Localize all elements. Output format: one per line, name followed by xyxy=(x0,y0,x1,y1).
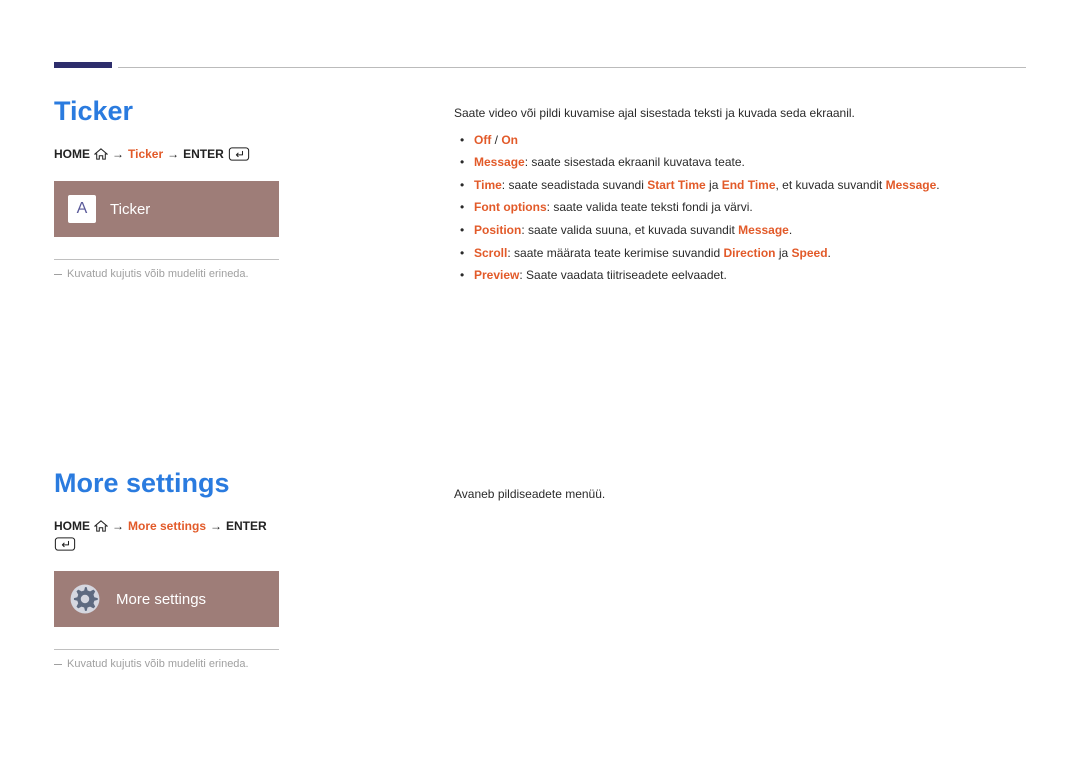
section-title-more: More settings xyxy=(54,468,279,499)
enter-icon xyxy=(54,537,76,551)
crumb-ticker-label: Ticker xyxy=(128,147,163,161)
section1-intro: Saate video või pildi kuvamise ajal sise… xyxy=(454,104,1026,123)
note-divider-2 xyxy=(54,649,279,650)
bullet-pos-msg: Message xyxy=(738,223,789,237)
enter-icon xyxy=(228,147,250,161)
arrow-4: → xyxy=(210,519,222,533)
home-icon xyxy=(94,520,108,532)
bullet-pos-dot: . xyxy=(789,223,792,237)
bullet-scroll-lead: Scroll xyxy=(474,246,507,260)
bullet-time: Time: saate seadistada suvandi Start Tim… xyxy=(454,176,1026,195)
top-accent-bar xyxy=(54,62,112,68)
bullet-pos-lead: Position xyxy=(474,223,521,237)
bullet-scroll-dir: Direction xyxy=(723,246,775,260)
section1-body: Saate video või pildi kuvamise ajal sise… xyxy=(454,104,1026,285)
bullet-preview: Preview: Saate vaadata tiitriseadete eel… xyxy=(454,266,1026,285)
bullet-on: On xyxy=(501,133,518,147)
bullet-scroll: Scroll: saate määrata teate kerimise suv… xyxy=(454,244,1026,263)
bullet-scroll-a: : saate määrata teate kerimise suvandid xyxy=(507,246,723,260)
top-divider xyxy=(118,67,1026,68)
bullet-off: Off xyxy=(474,133,491,147)
crumb-home-label-2: HOME xyxy=(54,519,90,533)
breadcrumb-more: HOME → More settings → ENTER xyxy=(54,519,279,551)
note-divider-1 xyxy=(54,259,279,260)
bullet-time-end: End Time xyxy=(722,178,776,192)
gear-icon xyxy=(68,582,102,616)
section-title-ticker: Ticker xyxy=(54,96,279,127)
right-column: Saate video või pildi kuvamise ajal sise… xyxy=(454,104,1026,503)
bullet-message-rest: : saate sisestada ekraanil kuvatava teat… xyxy=(525,155,745,169)
bullet-time-msg: Message xyxy=(886,178,937,192)
bullet-font: Font options: saate valida teate teksti … xyxy=(454,198,1026,217)
bullet-position: Position: saate valida suuna, et kuvada … xyxy=(454,221,1026,240)
bullet-message: Message: saate sisestada ekraanil kuvata… xyxy=(454,153,1026,172)
bullet-time-a: : saate seadistada suvandi xyxy=(502,178,647,192)
crumb-more-label: More settings xyxy=(128,519,206,533)
bullet-font-lead: Font options xyxy=(474,200,547,214)
note-ticker: Kuvatud kujutis võib mudeliti erineda. xyxy=(54,269,279,280)
bullet-time-mid: ja xyxy=(706,178,722,192)
section1-bullets: Off / On Message: saate sisestada ekraan… xyxy=(454,131,1026,285)
section2-body: Avaneb pildiseadete menüü. xyxy=(454,485,1026,504)
crumb-enter-label-2: ENTER xyxy=(226,519,267,533)
bullet-time-dot: . xyxy=(936,178,939,192)
arrow-2: → xyxy=(167,147,179,161)
note-ticker-text: Kuvatud kujutis võib mudeliti erineda. xyxy=(67,268,249,280)
more-settings-tile: More settings xyxy=(54,571,279,627)
bullet-preview-rest: : Saate vaadata tiitriseadete eelvaadet. xyxy=(519,268,726,282)
ticker-tile-icon: A xyxy=(68,195,96,223)
bullet-preview-lead: Preview xyxy=(474,268,519,282)
bullet-scroll-speed: Speed xyxy=(792,246,828,260)
bullet-time-lead: Time xyxy=(474,178,502,192)
bullet-pos-a: : saate valida suuna, et kuvada suvandit xyxy=(521,223,738,237)
bullet-sep: / xyxy=(491,133,501,147)
section-more-settings: More settings HOME → More settings → ENT… xyxy=(54,468,279,670)
crumb-enter-label: ENTER xyxy=(183,147,224,161)
home-icon xyxy=(94,148,108,160)
more-settings-tile-label: More settings xyxy=(116,591,206,608)
bullet-time-start: Start Time xyxy=(647,178,705,192)
left-column: Ticker HOME → Ticker → ENTER A Ticker xyxy=(54,96,279,670)
breadcrumb-ticker: HOME → Ticker → ENTER xyxy=(54,147,279,161)
arrow-1: → xyxy=(112,147,124,161)
note-more-text: Kuvatud kujutis võib mudeliti erineda. xyxy=(67,658,249,670)
ticker-tile: A Ticker xyxy=(54,181,279,237)
section2-intro: Avaneb pildiseadete menüü. xyxy=(454,485,1026,504)
arrow-3: → xyxy=(112,519,124,533)
bullet-scroll-dot: . xyxy=(828,246,831,260)
bullet-off-on: Off / On xyxy=(454,131,1026,150)
bullet-time-b: , et kuvada suvandit xyxy=(776,178,886,192)
bullet-message-lead: Message xyxy=(474,155,525,169)
bullet-scroll-mid: ja xyxy=(776,246,792,260)
bullet-font-rest: : saate valida teate teksti fondi ja vär… xyxy=(547,200,753,214)
section-ticker: Ticker HOME → Ticker → ENTER A Ticker xyxy=(54,96,279,280)
ticker-tile-label: Ticker xyxy=(110,201,150,218)
note-more: Kuvatud kujutis võib mudeliti erineda. xyxy=(54,659,279,670)
crumb-home-label: HOME xyxy=(54,147,90,161)
